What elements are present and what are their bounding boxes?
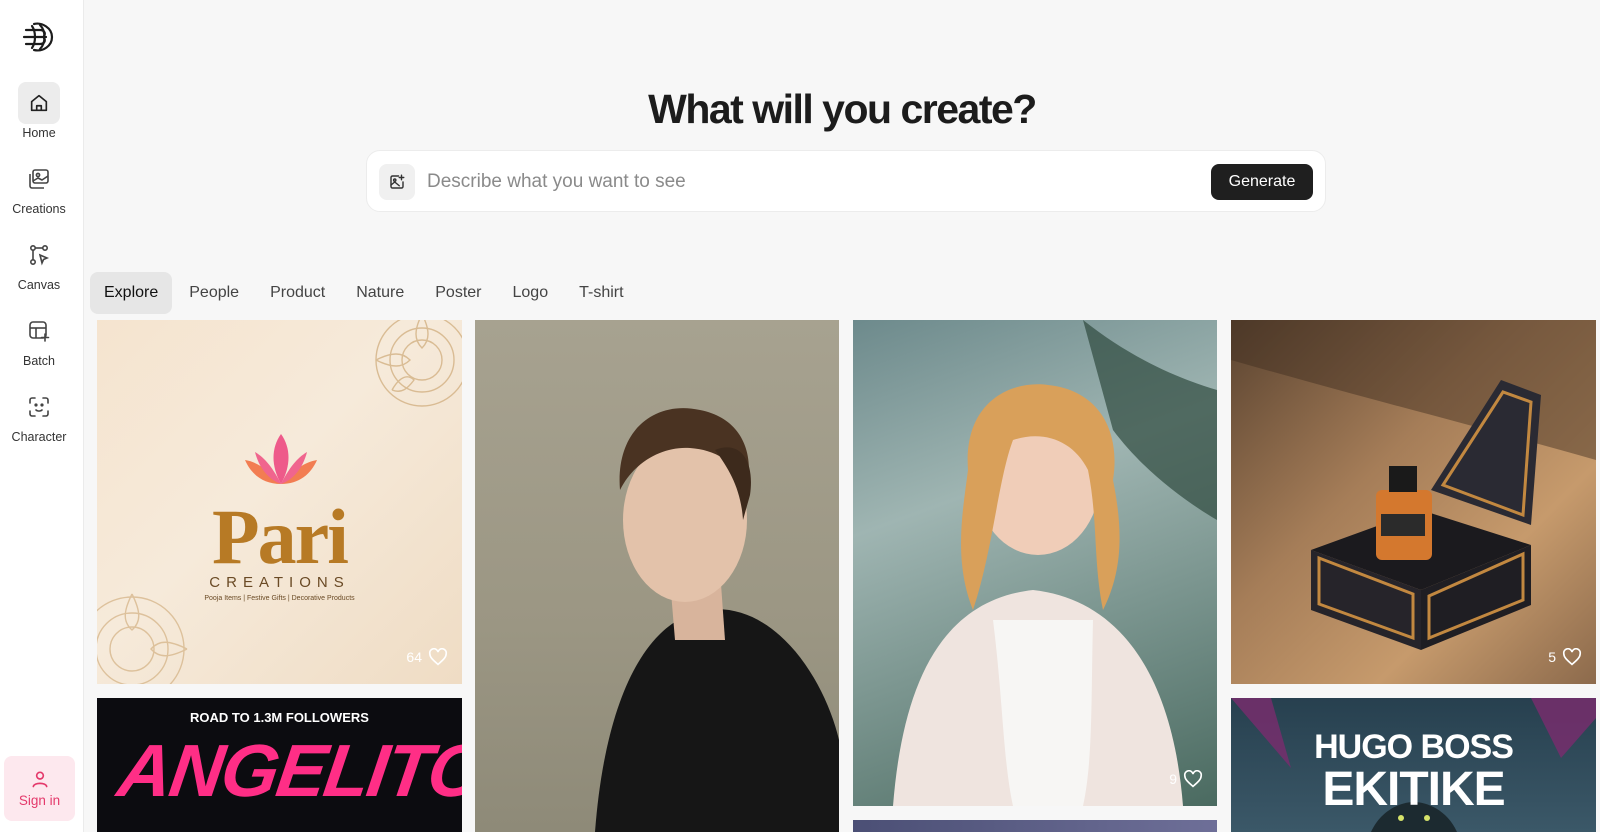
image-add-icon	[390, 174, 405, 189]
user-icon	[32, 771, 48, 788]
heart-icon	[428, 648, 448, 666]
sidebar-item-creations[interactable]: Creations	[0, 158, 78, 216]
gallery-card-portrait-man[interactable]	[475, 320, 839, 832]
generate-button[interactable]: Generate	[1211, 164, 1313, 200]
like-count: 9	[1169, 771, 1177, 787]
category-tabs: Explore People Product Nature Poster Log…	[90, 272, 641, 314]
images-icon	[18, 158, 60, 200]
gallery-card-pari-logo[interactable]: Pari CREATIONS Pooja Items | Festive Gif…	[97, 320, 462, 684]
sidebar: Home Creations Canvas Batch Character Si…	[0, 0, 84, 832]
sign-in-button[interactable]: Sign in	[4, 756, 75, 821]
like-counter[interactable]: 64	[406, 648, 448, 666]
like-count: 5	[1548, 649, 1556, 665]
pari-logo-text: Pari CREATIONS Pooja Items | Festive Gif…	[97, 420, 462, 602]
sidebar-item-canvas[interactable]: Canvas	[0, 234, 78, 292]
like-count: 64	[406, 649, 422, 665]
brand-logo-icon[interactable]	[22, 20, 56, 54]
prompt-bar: Generate	[366, 150, 1326, 212]
sidebar-item-character[interactable]: Character	[0, 386, 78, 444]
tab-logo[interactable]: Logo	[499, 272, 563, 314]
brand-name: Pari	[212, 493, 349, 580]
tab-product[interactable]: Product	[256, 272, 339, 314]
gallery-card-angelito-poster[interactable]: ROAD TO 1.3M FOLLOWERS ANGELITO	[97, 698, 462, 832]
home-icon	[18, 82, 60, 124]
sidebar-item-label: Canvas	[17, 278, 61, 292]
tab-tshirt[interactable]: T-shirt	[565, 272, 637, 314]
girl-portrait-illustration	[893, 320, 1217, 806]
gallery-card-partial[interactable]	[853, 820, 1217, 832]
like-counter[interactable]: 9	[1169, 770, 1203, 788]
tab-explore[interactable]: Explore	[90, 272, 173, 314]
perfume-box-illustration	[1231, 320, 1596, 650]
sign-in-label: Sign in	[18, 793, 61, 808]
sidebar-item-label: Creations	[12, 202, 66, 216]
heart-icon	[1562, 648, 1582, 666]
brand-sub: CREATIONS	[209, 574, 350, 591]
poster-headline: ROAD TO 1.3M FOLLOWERS	[190, 710, 369, 725]
page-title: What will you create?	[648, 86, 1037, 132]
poster-title-line2: EKITIKE	[1322, 763, 1505, 816]
gallery-card-girl-portrait[interactable]: 9	[853, 320, 1217, 806]
sidebar-item-batch[interactable]: Batch	[0, 310, 78, 368]
tab-poster[interactable]: Poster	[421, 272, 495, 314]
poster-name: ANGELITO	[113, 729, 462, 812]
portrait-man-illustration	[595, 408, 839, 832]
prompt-input[interactable]	[427, 165, 1167, 199]
sidebar-item-label: Batch	[23, 354, 55, 368]
character-scan-icon	[18, 386, 60, 428]
image-upload-button[interactable]	[379, 164, 415, 200]
heart-icon	[1183, 770, 1203, 788]
batch-icon	[18, 310, 60, 352]
tab-nature[interactable]: Nature	[342, 272, 418, 314]
gallery-card-hugo-boss-poster[interactable]: HUGO BOSS EKITIKE	[1231, 698, 1596, 832]
mandala-decoration	[375, 320, 462, 407]
brand-tagline: Pooja Items | Festive Gifts | Decorative…	[204, 595, 355, 602]
tab-people[interactable]: People	[175, 272, 253, 314]
gallery-card-perfume-box[interactable]: 5	[1231, 320, 1596, 684]
sidebar-item-label: Home	[22, 126, 56, 140]
canvas-icon	[18, 234, 60, 276]
sidebar-item-label: Character	[11, 430, 67, 444]
sidebar-item-home[interactable]: Home	[0, 82, 78, 140]
like-counter[interactable]: 5	[1548, 648, 1582, 666]
